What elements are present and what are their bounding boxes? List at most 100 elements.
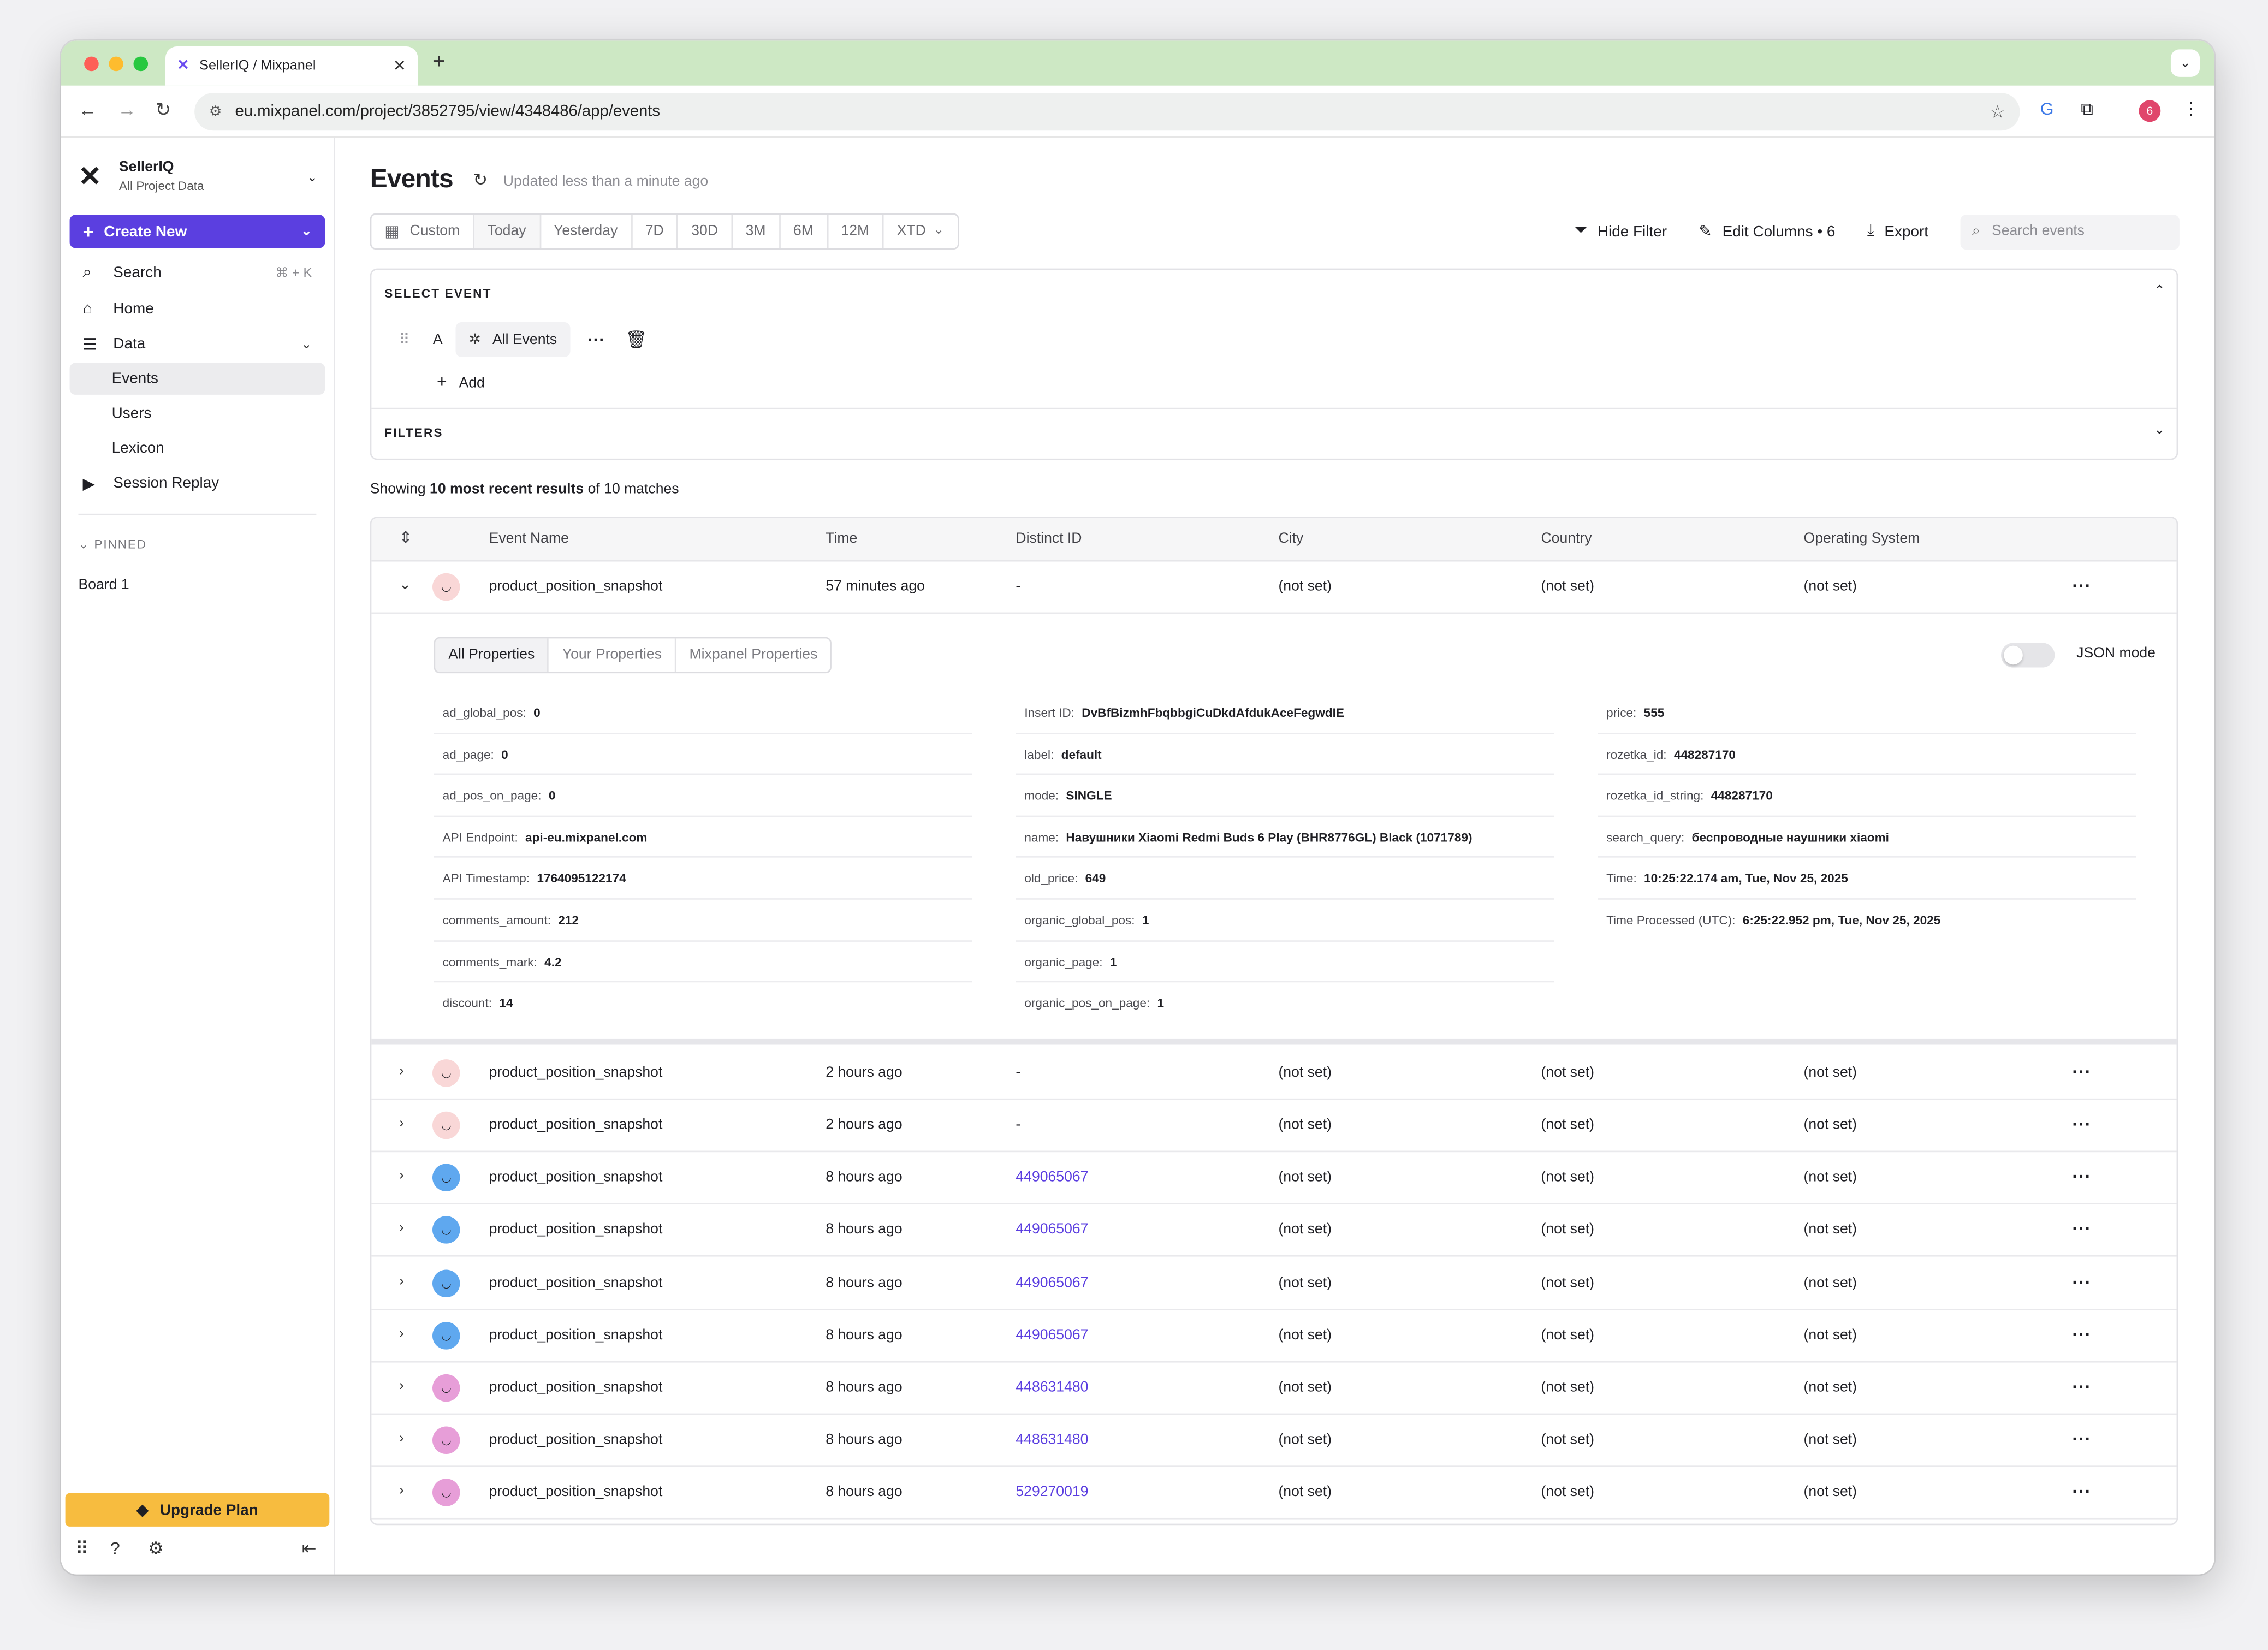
table-row[interactable]: › ◡ product_position_snapshot 8 hours ago 44… (371, 1363, 2177, 1415)
table-row[interactable]: › ◡ product_position_snapshot 8 hours ago 44… (371, 1152, 2177, 1204)
date-range-6m[interactable]: 6M (780, 215, 828, 248)
json-mode-toggle[interactable] (2000, 643, 2055, 668)
more-options-icon[interactable]: ··· (587, 329, 605, 349)
table-row[interactable]: ⌄ ◡ product_position_snapshot 57 minutes ag… (371, 562, 2177, 614)
table-row[interactable]: › ◡ product_position_snapshot 2 hours ago - (… (371, 1100, 2177, 1153)
cell-distinct-id[interactable]: 449065067 (1016, 1222, 1088, 1238)
minimize-window-button[interactable] (109, 56, 123, 72)
close-window-button[interactable] (84, 56, 99, 72)
property-value[interactable]: api-eu.mixpanel.com (525, 830, 647, 845)
chevron-right-icon[interactable]: › (399, 1220, 404, 1236)
apps-grid-icon[interactable]: ⠿ (75, 1538, 88, 1558)
chevron-right-icon[interactable]: › (399, 1431, 404, 1447)
sidebar-item-home[interactable]: ⌂ Home (70, 293, 325, 325)
pinned-section-toggle[interactable]: ⌄ PINNED (79, 537, 147, 553)
chevron-down-icon[interactable]: ⌄ (399, 578, 411, 593)
hide-filter-button[interactable]: ⏷ Hide Filter (1575, 222, 1667, 241)
sidebar-item-events[interactable]: Events (69, 363, 325, 395)
maximize-window-button[interactable] (133, 56, 149, 72)
bookmark-star-icon[interactable]: ☆ (1990, 102, 2005, 122)
table-row[interactable]: › ◡ product_position_snapshot 8 hours ago 52… (371, 1467, 2177, 1520)
row-more-icon[interactable]: ··· (2072, 1165, 2091, 1187)
expand-all-icon[interactable]: ⇕ (399, 528, 413, 547)
address-bar[interactable]: ⚙ eu.mixpanel.com/project/3852795/view/4… (194, 93, 2020, 131)
close-tab-icon[interactable]: ✕ (393, 57, 407, 75)
properties-tab[interactable]: Your Properties (549, 638, 676, 672)
site-settings-icon[interactable]: ⚙ (209, 104, 222, 120)
chevron-right-icon[interactable]: › (399, 1483, 404, 1499)
cell-distinct-id[interactable]: 529270019 (1016, 1485, 1088, 1500)
event-selector[interactable]: ✲ All Events (455, 322, 571, 357)
properties-tab[interactable]: Mixpanel Properties (676, 638, 831, 672)
chevron-down-icon[interactable]: ⌄ (2154, 422, 2165, 438)
chevron-right-icon[interactable]: › (399, 1168, 404, 1184)
row-more-icon[interactable]: ··· (2072, 1480, 2091, 1502)
date-range-30d[interactable]: 30D (678, 215, 733, 248)
table-row[interactable]: › ◡ product_position_snapshot 8 hours ago 44… (371, 1204, 2177, 1257)
export-button[interactable]: ⤓ Export (1867, 222, 1928, 241)
table-row[interactable]: › ◡ product_position_snapshot 2 hours ago - (… (371, 1048, 2177, 1100)
tab-search-icon[interactable]: ⌄ (2170, 49, 2200, 77)
browser-menu-icon[interactable]: ⋮ (2182, 99, 2200, 119)
column-header[interactable]: Distinct ID (1016, 531, 1082, 547)
properties-tab[interactable]: All Properties (435, 638, 549, 672)
new-tab-icon[interactable]: + (432, 49, 445, 74)
translate-icon[interactable]: G (2040, 99, 2054, 119)
chevron-right-icon[interactable]: › (399, 1326, 404, 1342)
settings-gear-icon[interactable]: ⚙ (148, 1538, 164, 1558)
column-header[interactable]: Event Name (489, 531, 569, 547)
sidebar-item-users[interactable]: Users (70, 397, 325, 429)
row-more-icon[interactable]: ··· (2072, 1218, 2091, 1239)
date-range-3m[interactable]: 3M (733, 215, 781, 248)
chevron-right-icon[interactable]: › (399, 1379, 404, 1394)
cell-distinct-id[interactable]: 448631480 (1016, 1380, 1088, 1396)
add-event-button[interactable]: + Add (437, 371, 485, 391)
refresh-icon[interactable]: ↻ (473, 170, 488, 190)
row-more-icon[interactable]: ··· (2072, 1113, 2091, 1135)
sidebar-item-lexicon[interactable]: Lexicon (70, 432, 325, 464)
create-new-button[interactable]: + Create New ⌄ (69, 215, 325, 248)
help-icon[interactable]: ? (110, 1538, 120, 1558)
row-more-icon[interactable]: ··· (2072, 1428, 2091, 1450)
table-row[interactable]: › ◡ product_position_snapshot 8 hours ago 44… (371, 1415, 2177, 1467)
date-range-yesterday[interactable]: Yesterday (541, 215, 632, 248)
column-header[interactable]: Country (1541, 531, 1592, 547)
table-row[interactable]: › ◡ product_position_snapshot 8 hours ago 44… (371, 1310, 2177, 1363)
forward-icon[interactable]: → (117, 99, 136, 121)
row-more-icon[interactable]: ··· (2072, 1271, 2091, 1293)
chevron-up-icon[interactable]: ⌃ (2154, 283, 2165, 299)
column-header[interactable]: Time (826, 531, 857, 547)
upgrade-plan-button[interactable]: ◆ Upgrade Plan (65, 1493, 330, 1527)
row-more-icon[interactable]: ··· (2072, 1323, 2091, 1345)
column-header[interactable]: Operating System (1804, 531, 1920, 547)
chevron-right-icon[interactable]: › (399, 1116, 404, 1132)
cell-distinct-id[interactable]: 449065067 (1016, 1328, 1088, 1344)
date-range-xtd[interactable]: XTD ⌄ (884, 215, 957, 248)
date-range-custom[interactable]: ▦ Custom (371, 215, 474, 248)
collapse-sidebar-icon[interactable]: ⇤ (302, 1538, 317, 1558)
sidebar-item-data[interactable]: ☰ Data ⌄ (70, 328, 325, 360)
chevron-right-icon[interactable]: › (399, 1274, 404, 1290)
date-range-today[interactable]: Today (474, 215, 541, 248)
row-more-icon[interactable]: ··· (2072, 1376, 2091, 1398)
date-range-7d[interactable]: 7D (632, 215, 679, 248)
edit-columns-button[interactable]: ✎ Edit Columns • 6 (1699, 222, 1836, 241)
cell-distinct-id[interactable]: 448631480 (1016, 1432, 1088, 1448)
chevron-right-icon[interactable]: › (399, 1064, 404, 1079)
row-more-icon[interactable]: ··· (2072, 1061, 2091, 1083)
sidebar-item-board[interactable]: Board 1 (79, 578, 129, 593)
extensions-icon[interactable]: ⧉ (2081, 99, 2093, 121)
cell-distinct-id[interactable]: 449065067 (1016, 1275, 1088, 1291)
table-row[interactable]: › ◡ product_position_snapshot 8 hours ago 44… (371, 1258, 2177, 1310)
profile-avatar[interactable]: 6 (2139, 100, 2161, 122)
trash-icon[interactable]: 🗑 (625, 329, 647, 349)
row-more-icon[interactable]: ··· (2072, 574, 2091, 596)
sidebar-search[interactable]: ⌕ Search ⌘ + K (70, 257, 325, 288)
workspace-switcher[interactable]: ✕ SellerIQ All Project Data ⌄ (79, 155, 318, 199)
drag-handle-icon[interactable]: ⠿ (399, 331, 409, 347)
back-icon[interactable]: ← (79, 99, 98, 121)
sidebar-item-session-replay[interactable]: ▶ Session Replay (70, 467, 325, 499)
search-events-input[interactable]: ⌕ Search events (1960, 214, 2180, 249)
browser-tab[interactable]: ✕ SellerIQ / Mixpanel ✕ (165, 46, 418, 86)
cell-distinct-id[interactable]: 449065067 (1016, 1170, 1088, 1185)
